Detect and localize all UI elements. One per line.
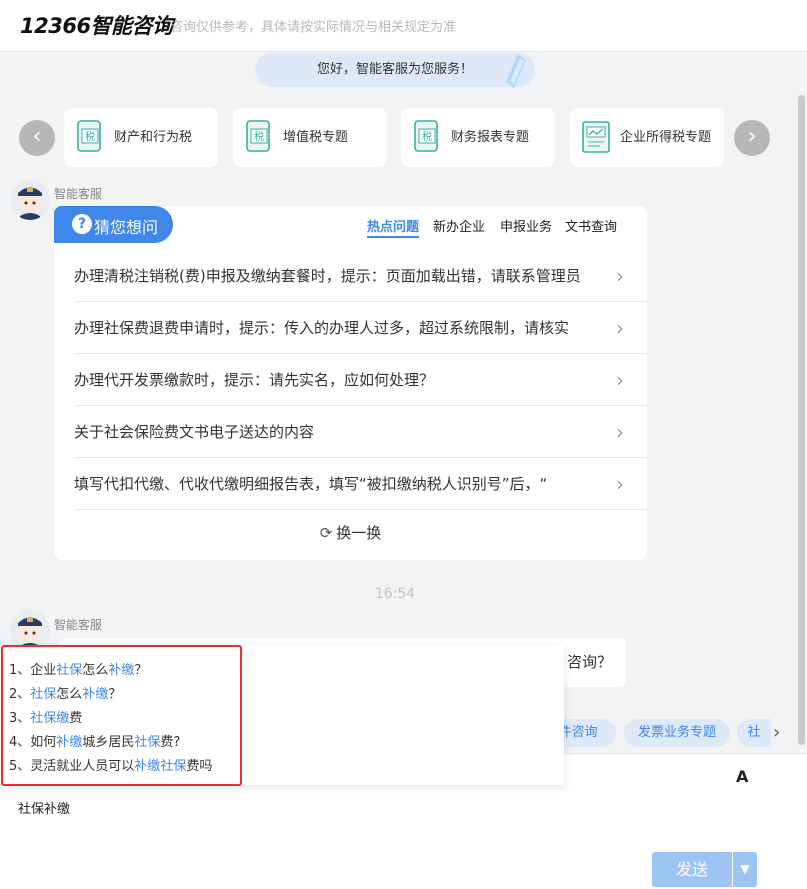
chevron-right-icon: › xyxy=(616,264,624,288)
tab-hot-questions[interactable]: 热点问题 xyxy=(367,216,420,238)
tax-doc-icon: 税 xyxy=(77,120,101,152)
topic-card-financial-report[interactable]: 税 财务报表专题 xyxy=(401,108,555,167)
question-text: 办理社保费退费申请时，提示：传入的办理人过多，超过系统限制，请核实 xyxy=(74,319,570,337)
send-options-dropdown[interactable]: ▼ xyxy=(733,852,757,887)
question-row[interactable]: 办理社保费退费申请时，提示：传入的办理人过多，超过系统限制，请核实 › xyxy=(74,302,647,354)
refresh-icon: ⟳ xyxy=(319,524,333,542)
bot-name: 智能客服 xyxy=(54,187,103,201)
question-text: 办理代开发票缴款时，提示：请先实名，应如何处理？ xyxy=(74,371,435,389)
message-timestamp: 16:54 xyxy=(374,586,416,602)
highlight-annotation-box xyxy=(1,645,242,786)
topic-card-property-tax[interactable]: 税 财产和行为税 xyxy=(64,108,218,167)
topic-card-vat[interactable]: 税 增值税专题 xyxy=(233,108,387,167)
tax-doc-icon: 税 xyxy=(246,120,270,152)
question-row[interactable]: 办理清税注销税(费)申报及缴纳套餐时，提示：页面加载出错，请联系管理员 › xyxy=(74,250,647,302)
chevron-right-icon: › xyxy=(616,472,624,496)
quick-chip[interactable]: 社 xyxy=(737,719,771,747)
page-scrollbar[interactable] xyxy=(798,95,805,745)
guess-title-tab: ? 猜您想问 xyxy=(54,206,173,243)
guess-questions-card: ? 猜您想问 热点问题 新办企业 申报业务 文书查询 办理清税注销税(费)申报及… xyxy=(54,206,647,560)
question-row[interactable]: 关于社会保险费文书电子送达的内容 › xyxy=(74,406,647,458)
chat-input-field[interactable]: 社保补缴 xyxy=(18,798,70,817)
carousel-next-button[interactable]: › xyxy=(734,120,770,156)
svg-text:税: 税 xyxy=(422,130,432,143)
guess-title: 猜您想问 xyxy=(94,218,159,237)
greeting-banner: 您好，智能客服为您服务！ xyxy=(255,53,535,87)
chevron-right-icon: › xyxy=(616,316,624,340)
topic-card-corporate-income-tax[interactable]: 企业所得税专题 xyxy=(570,108,724,167)
topic-label: 增值税专题 xyxy=(283,130,349,145)
chips-next-icon[interactable]: › xyxy=(773,719,780,747)
bot-name: 智能客服 xyxy=(54,618,103,632)
svg-text:税: 税 xyxy=(85,130,95,143)
bot-avatar xyxy=(10,610,50,650)
bot-message-text: 咨询？ xyxy=(566,653,612,671)
chevron-left-icon: ‹ xyxy=(32,124,42,149)
header-bar: 12366智能咨询 咨询仅供参考，具体请按实际情况与相关规定为准 xyxy=(0,0,807,52)
chevron-right-icon: › xyxy=(616,420,624,444)
question-text: 关于社会保险费文书电子送达的内容 xyxy=(74,423,315,441)
send-button[interactable]: 发送 xyxy=(652,852,732,887)
question-icon: ? xyxy=(72,214,92,234)
tab-new-enterprise[interactable]: 新办企业 xyxy=(433,216,485,235)
chevron-right-icon: › xyxy=(747,124,757,149)
greeting-decoration-icon xyxy=(506,54,526,88)
tab-filing[interactable]: 申报业务 xyxy=(500,216,552,235)
refresh-label: 换一换 xyxy=(336,524,382,542)
topic-label: 企业所得税专题 xyxy=(620,130,712,145)
disclaimer-text: 咨询仅供参考，具体请按实际情况与相关规定为准 xyxy=(170,20,457,35)
svg-text:税: 税 xyxy=(254,130,264,143)
topic-label: 财务报表专题 xyxy=(451,130,530,145)
chevron-right-icon: › xyxy=(616,368,624,392)
question-text: 填写代扣代缴、代收代缴明细报告表，填写“被扣缴纳税人识别号”后，“ xyxy=(74,475,548,493)
bot-avatar xyxy=(10,180,50,220)
brand-title: 12366智能咨询 xyxy=(20,14,173,38)
question-row[interactable]: 填写代扣代缴、代收代缴明细报告表，填写“被扣缴纳税人识别号”后，“ › xyxy=(74,458,647,510)
question-row[interactable]: 办理代开发票缴款时，提示：请先实名，应如何处理？ › xyxy=(74,354,647,406)
font-size-icon[interactable]: A xyxy=(736,767,748,786)
tab-document-query[interactable]: 文书查询 xyxy=(565,216,617,235)
refresh-button[interactable]: ⟳ 换一换 xyxy=(54,522,647,543)
topic-label: 财产和行为税 xyxy=(114,130,193,145)
question-text: 办理清税注销税(费)申报及缴纳套餐时，提示：页面加载出错，请联系管理员 xyxy=(74,267,581,285)
tax-doc-icon: 税 xyxy=(414,120,438,152)
carousel-prev-button[interactable]: ‹ xyxy=(19,120,55,156)
quick-chip[interactable]: 发票业务专题 xyxy=(624,719,730,747)
report-chart-icon xyxy=(582,121,610,153)
